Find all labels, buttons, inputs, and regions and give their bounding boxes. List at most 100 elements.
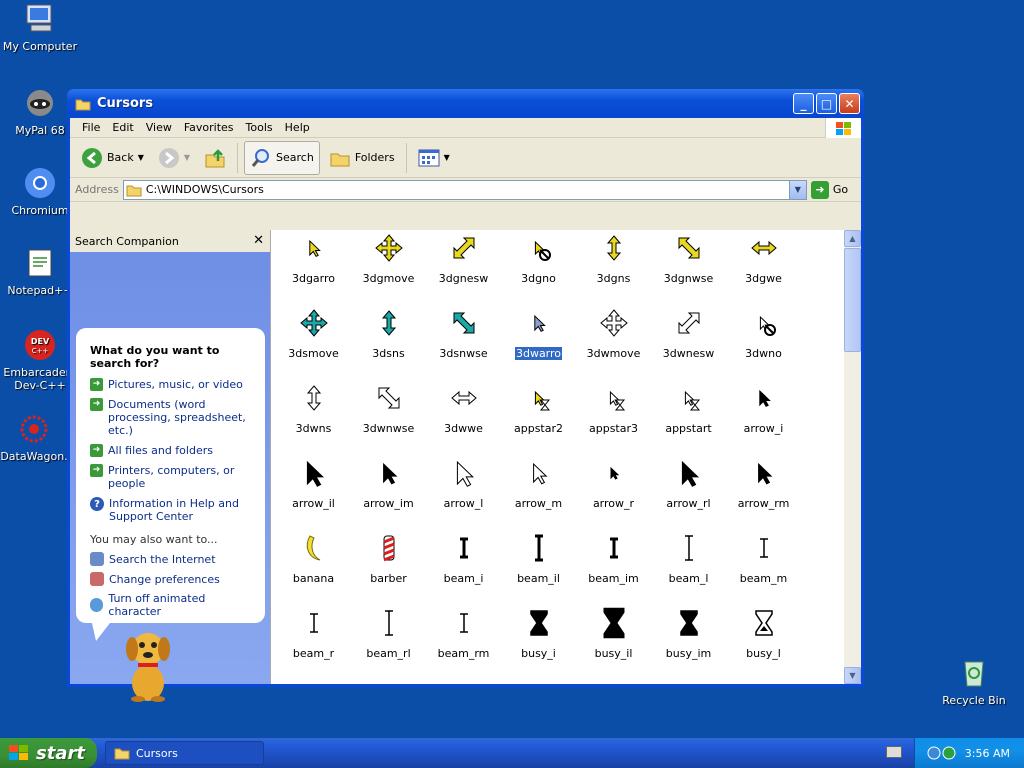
scroll-thumb[interactable] bbox=[844, 248, 861, 352]
file-item[interactable]: 3dgns bbox=[576, 230, 651, 305]
file-item[interactable]: 3dgno bbox=[501, 230, 576, 305]
file-item[interactable]: appstar3 bbox=[576, 380, 651, 455]
file-item[interactable]: busy_il bbox=[576, 605, 651, 680]
file-item[interactable]: beam_m bbox=[726, 530, 801, 605]
clock[interactable]: 3:56 AM bbox=[965, 747, 1010, 760]
file-item[interactable]: 3dwno bbox=[726, 305, 801, 380]
keyboard-icon[interactable] bbox=[886, 746, 902, 758]
search-internet-link[interactable]: Search the Internet bbox=[90, 552, 255, 566]
file-item[interactable]: arrow_rl bbox=[651, 455, 726, 530]
start-button[interactable]: start bbox=[0, 738, 97, 768]
cursor-file-icon bbox=[373, 232, 405, 264]
file-item[interactable]: 3dwarro bbox=[501, 305, 576, 380]
search-option-help[interactable]: ? Information in Help and Support Center bbox=[90, 497, 255, 523]
file-item[interactable]: arrow_r bbox=[576, 455, 651, 530]
file-item[interactable]: beam_rl bbox=[351, 605, 426, 680]
address-input[interactable]: C:\WINDOWS\Cursors ▼ bbox=[122, 179, 807, 200]
cursor-file-icon bbox=[523, 532, 555, 564]
maximize-button[interactable]: □ bbox=[816, 93, 837, 114]
turn-off-character-link[interactable]: Turn off animated character bbox=[90, 592, 255, 618]
file-item[interactable] bbox=[501, 680, 576, 684]
file-item[interactable] bbox=[426, 680, 501, 684]
desktop-icon-recycle-bin[interactable]: Recycle Bin bbox=[934, 656, 1014, 707]
file-name: 3dgns bbox=[596, 272, 631, 285]
menu-view[interactable]: View bbox=[140, 121, 178, 134]
file-item[interactable]: 3dsns bbox=[351, 305, 426, 380]
file-item[interactable]: arrow_im bbox=[351, 455, 426, 530]
go-button[interactable]: ➜ Go bbox=[810, 180, 848, 199]
file-item[interactable]: barber bbox=[351, 530, 426, 605]
address-bar: Address C:\WINDOWS\Cursors ▼ ➜ Go bbox=[70, 178, 861, 202]
menu-edit[interactable]: Edit bbox=[106, 121, 139, 134]
taskbar-item-cursors[interactable]: Cursors bbox=[105, 741, 264, 765]
file-item[interactable]: beam_r bbox=[276, 605, 351, 680]
back-button[interactable]: Back ▼ bbox=[76, 141, 149, 175]
cursor-file-icon bbox=[748, 682, 780, 684]
vertical-scrollbar[interactable]: ▲ ▼ bbox=[844, 230, 861, 684]
file-item[interactable]: 3dgwe bbox=[726, 230, 801, 305]
file-item[interactable]: arrow_il bbox=[276, 455, 351, 530]
desktop-icon-label: DataWagon. bbox=[0, 450, 68, 463]
file-item[interactable]: busy_i bbox=[501, 605, 576, 680]
arrow-right-icon: ➜ bbox=[90, 378, 103, 391]
file-item[interactable]: busy_im bbox=[651, 605, 726, 680]
menu-favorites[interactable]: Favorites bbox=[178, 121, 240, 134]
views-button[interactable]: ▼ bbox=[413, 141, 455, 175]
file-item[interactable]: 3dgnesw bbox=[426, 230, 501, 305]
change-preferences-link[interactable]: Change preferences bbox=[90, 572, 255, 586]
file-item[interactable]: 3dsmove bbox=[276, 305, 351, 380]
file-item[interactable]: appstar2 bbox=[501, 380, 576, 455]
start-label: start bbox=[36, 742, 85, 764]
close-pane-button[interactable]: ✕ bbox=[253, 233, 264, 248]
file-item[interactable]: 3dsnwse bbox=[426, 305, 501, 380]
file-item[interactable]: appstart bbox=[651, 380, 726, 455]
search-dog-character[interactable] bbox=[120, 625, 176, 703]
menu-file[interactable]: File bbox=[76, 121, 106, 134]
file-item[interactable]: arrow_i bbox=[726, 380, 801, 455]
file-item[interactable]: arrow_l bbox=[426, 455, 501, 530]
file-item[interactable]: 3dgnwse bbox=[651, 230, 726, 305]
file-item[interactable] bbox=[276, 680, 351, 684]
forward-button[interactable]: ▼ bbox=[153, 141, 195, 175]
file-item[interactable]: arrow_m bbox=[501, 455, 576, 530]
search-bubble: What do you want to search for? ➜ Picture… bbox=[76, 328, 265, 641]
search-option-printers[interactable]: ➜ Printers, computers, or people bbox=[90, 464, 255, 490]
menu-tools[interactable]: Tools bbox=[240, 121, 279, 134]
file-item[interactable]: beam_i bbox=[426, 530, 501, 605]
file-item[interactable]: beam_im bbox=[576, 530, 651, 605]
desktop-icon-my-computer[interactable]: My Computer bbox=[0, 2, 80, 53]
scroll-up-button[interactable]: ▲ bbox=[844, 230, 861, 247]
tray-icons[interactable] bbox=[927, 745, 957, 761]
file-item[interactable] bbox=[726, 680, 801, 684]
file-item[interactable]: 3dgmove bbox=[351, 230, 426, 305]
close-button[interactable]: ✕ bbox=[839, 93, 860, 114]
file-item[interactable]: 3dgarro bbox=[276, 230, 351, 305]
file-item[interactable] bbox=[651, 680, 726, 684]
file-item[interactable] bbox=[576, 680, 651, 684]
folders-button[interactable]: Folders bbox=[324, 141, 400, 175]
up-folder-button[interactable] bbox=[199, 141, 231, 175]
file-item[interactable]: beam_l bbox=[651, 530, 726, 605]
desktop-icon-datawagon[interactable]: DataWagon. bbox=[0, 412, 74, 463]
menu-help[interactable]: Help bbox=[279, 121, 316, 134]
file-item[interactable]: 3dwwe bbox=[426, 380, 501, 455]
title-bar[interactable]: Cursors _ □ ✕ bbox=[67, 89, 864, 118]
file-item[interactable]: beam_rm bbox=[426, 605, 501, 680]
search-option-pictures[interactable]: ➜ Pictures, music, or video bbox=[90, 378, 255, 391]
file-item[interactable]: 3dwmove bbox=[576, 305, 651, 380]
file-name: 3dwmove bbox=[586, 347, 641, 360]
file-item[interactable]: 3dwnwse bbox=[351, 380, 426, 455]
search-option-documents[interactable]: ➜ Documents (word processing, spreadsheet… bbox=[90, 398, 255, 437]
scroll-down-button[interactable]: ▼ bbox=[844, 667, 861, 684]
file-item[interactable]: banana bbox=[276, 530, 351, 605]
file-item[interactable]: beam_il bbox=[501, 530, 576, 605]
search-option-all-files[interactable]: ➜ All files and folders bbox=[90, 444, 255, 457]
search-button[interactable]: Search bbox=[244, 140, 320, 175]
file-item[interactable]: busy_l bbox=[726, 605, 801, 680]
file-item[interactable] bbox=[351, 680, 426, 684]
file-item[interactable]: 3dwns bbox=[276, 380, 351, 455]
minimize-button[interactable]: _ bbox=[793, 93, 814, 114]
file-item[interactable]: 3dwnesw bbox=[651, 305, 726, 380]
address-dropdown-button[interactable]: ▼ bbox=[788, 180, 806, 199]
file-item[interactable]: arrow_rm bbox=[726, 455, 801, 530]
